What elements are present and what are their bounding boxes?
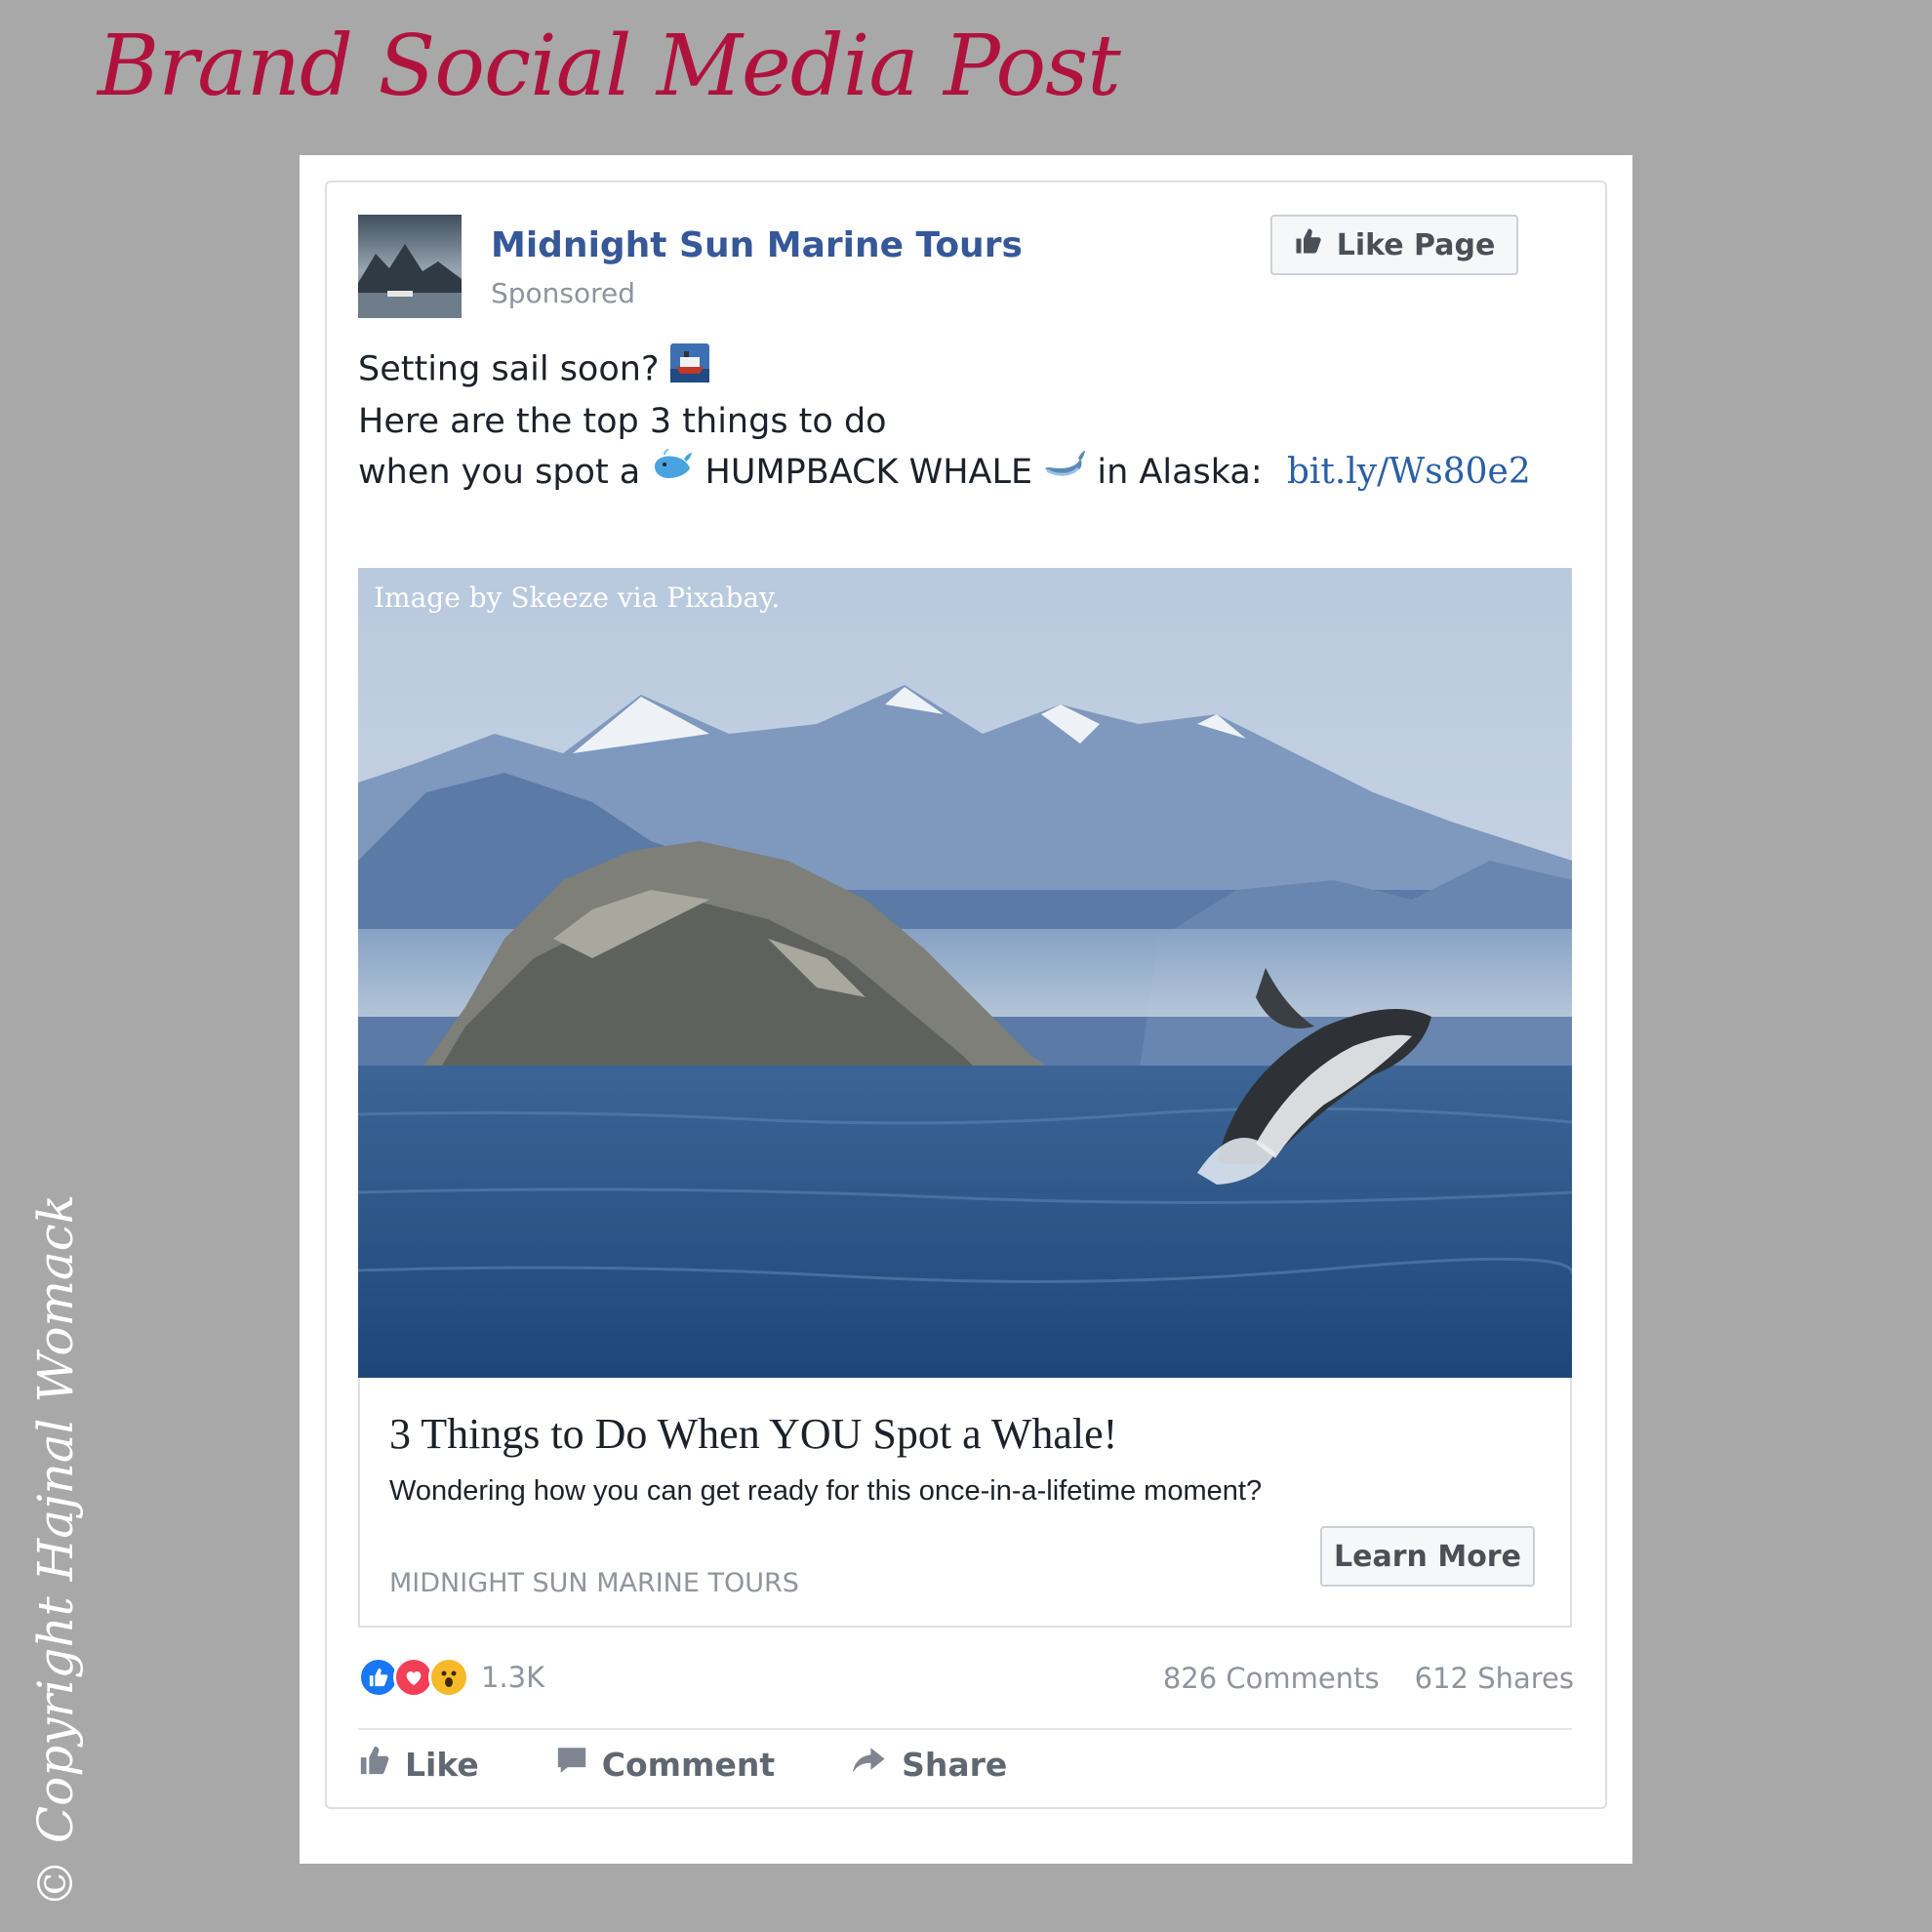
like-page-label: Like Page (1336, 227, 1496, 262)
share-button[interactable]: Share (851, 1744, 1007, 1785)
share-icon (851, 1744, 888, 1785)
post-text-line-1: Setting sail soon? (358, 349, 660, 389)
like-label: Like (405, 1745, 479, 1784)
comment-button[interactable]: Comment (555, 1744, 775, 1785)
reaction-count: 1.3K (481, 1661, 545, 1694)
post-stats: 826 Comments 612 Shares (1163, 1662, 1574, 1695)
sponsored-label: Sponsored (491, 277, 636, 309)
actions-divider (358, 1728, 1572, 1730)
post-link[interactable]: bit.ly/Ws80e2 (1287, 452, 1531, 492)
page-avatar[interactable] (358, 215, 462, 318)
link-headline[interactable]: 3 Things to Do When YOU Spot a Whale! (389, 1409, 1117, 1459)
post-text-line-3b: HUMPBACK WHALE (704, 453, 1033, 492)
post-text: Setting sail soon? Here are the top 3 th… (358, 343, 1588, 499)
post-text-line-3a: when you spot a (358, 453, 641, 492)
link-domain: MIDNIGHT SUN MARINE TOURS (389, 1568, 799, 1598)
like-icon (358, 1744, 391, 1785)
like-button[interactable]: Like (358, 1744, 479, 1785)
page-name-link[interactable]: Midnight Sun Marine Tours (491, 225, 1023, 265)
post-text-line-3c: in Alaska: (1097, 453, 1263, 492)
shares-count[interactable]: 612 Shares (1415, 1662, 1574, 1695)
link-preview[interactable]: 3 Things to Do When YOU Spot a Whale! Wo… (358, 1378, 1572, 1628)
share-label: Share (902, 1745, 1008, 1784)
reactions-summary[interactable]: 1.3K (358, 1656, 544, 1699)
thumbs-up-icon (1294, 226, 1323, 263)
learn-more-button[interactable]: Learn More (1320, 1526, 1535, 1587)
comments-count[interactable]: 826 Comments (1163, 1662, 1380, 1695)
image-credit: Image by Skeeze via Pixabay. (374, 582, 781, 614)
post-actions: Like Comment Share (358, 1744, 1083, 1785)
post-frame: Midnight Sun Marine Tours Sponsored Like… (300, 155, 1632, 1864)
post-text-line-2: Here are the top 3 things to do (358, 402, 887, 441)
facebook-post-card: Midnight Sun Marine Tours Sponsored Like… (325, 181, 1607, 1809)
whale-emoji-icon (651, 448, 694, 499)
page-heading: Brand Social Media Post (98, 18, 1121, 115)
comment-icon (555, 1744, 588, 1785)
copyright-text: © Copyright Hajnal Womack (27, 1193, 84, 1908)
whale2-emoji-icon (1043, 449, 1086, 499)
wow-reaction-icon (428, 1657, 469, 1698)
comment-label: Comment (601, 1745, 776, 1784)
like-page-button[interactable]: Like Page (1270, 215, 1518, 275)
link-description: Wondering how you can get ready for this… (389, 1475, 1263, 1507)
post-image[interactable]: Image by Skeeze via Pixabay. (358, 568, 1572, 1378)
ship-emoji-icon (669, 343, 709, 397)
